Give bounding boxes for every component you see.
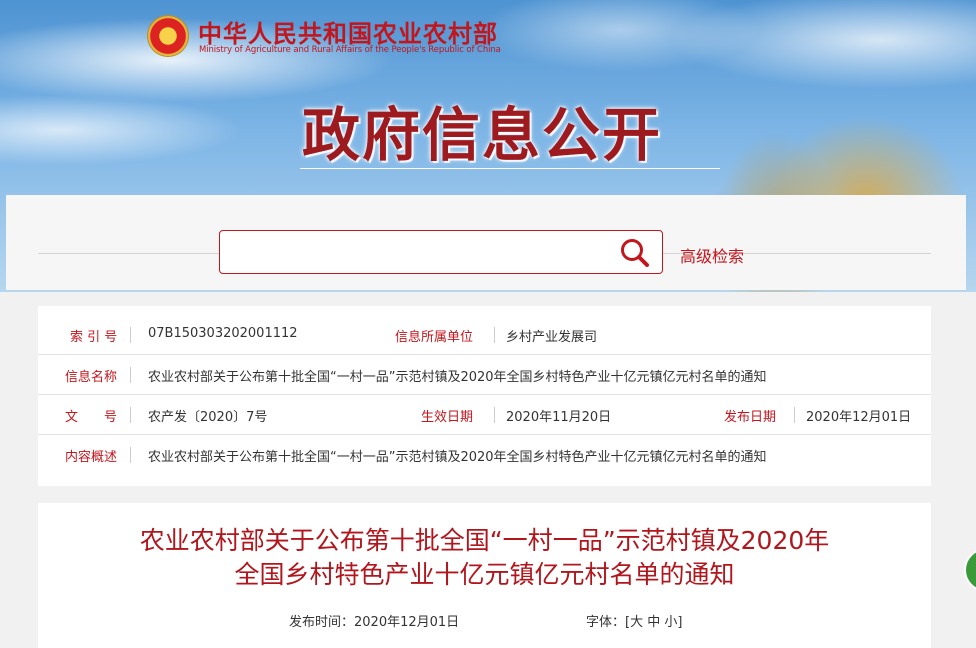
publish-date-value: 2020年12月01日 [806,410,912,425]
info-row-name: 信息名称 农业农村部关于公布第十批全国“一村一品”示范村镇及2020年全国乡村特… [38,355,931,395]
info-row-summary: 内容概述 农业农村部关于公布第十批全国“一村一品”示范村镇及2020年全国乡村特… [38,435,931,475]
divider [494,327,495,343]
effective-date-value: 2020年11月20日 [506,410,612,425]
owner-label: 信息所属单位 [395,330,474,345]
font-size-control: 字体：[大 中 小] [586,611,682,630]
index-value: 07B150303202001112 [148,326,298,341]
document-title-line1: 农业农村部关于公布第十批全国“一村一品”示范村镇及2020年 [139,526,830,555]
info-row-doc: 文 号 农产发〔2020〕7号 生效日期 2020年11月20日 发布日期 20… [38,395,931,435]
publish-time: 发布时间：2020年12月01日 [289,615,460,630]
divider [794,407,795,423]
index-label: 索 引 号 [70,330,118,345]
floating-widget-button[interactable] [964,548,976,592]
doc-number-value: 农产发〔2020〕7号 [148,410,268,425]
divider [130,407,131,423]
font-large-link[interactable]: 大 [630,615,643,630]
banner-divider [300,168,720,169]
national-emblem-icon [148,16,188,56]
document-panel: 农业农村部关于公布第十批全国“一村一品”示范村镇及2020年 全国乡村特色产业十… [38,503,931,648]
font-medium-link[interactable]: 中 [647,615,660,630]
divider [130,327,131,343]
doc-number-label: 文 号 [65,410,118,425]
font-size-bracket: ] [677,615,683,630]
divider [130,367,131,383]
publish-date-label: 发布日期 [724,410,777,425]
info-table: 索 引 号 07B150303202001112 信息所属单位 乡村产业发展司 … [38,306,931,486]
info-row-index: 索 引 号 07B150303202001112 信息所属单位 乡村产业发展司 [38,315,931,355]
search-icon [621,239,649,267]
document-title-line2: 全国乡村特色产业十亿元镇亿元村名单的通知 [234,560,735,589]
document-title: 农业农村部关于公布第十批全国“一村一品”示范村镇及2020年 全国乡村特色产业十… [38,524,931,592]
summary-label: 内容概述 [65,450,118,465]
font-size-label: 字体：[ [586,615,631,630]
name-label: 信息名称 [65,370,118,385]
font-small-link[interactable]: 小 [664,615,677,630]
summary-value: 农业农村部关于公布第十批全国“一村一品”示范村镇及2020年全国乡村特色产业十亿… [148,450,767,465]
banner-title: 政府信息公开 [302,101,663,169]
divider [494,407,495,423]
advanced-search-link[interactable]: 高级检索 [680,243,744,267]
search-box [219,230,663,274]
name-value: 农业农村部关于公布第十批全国“一村一品”示范村镇及2020年全国乡村特色产业十亿… [148,370,767,385]
divider [130,447,131,463]
ministry-name-cn[interactable]: 中华人民共和国农业农村部 [198,14,498,49]
search-button[interactable] [618,236,652,270]
ministry-name-en: Ministry of Agriculture and Rural Affair… [199,45,501,55]
search-input[interactable] [230,239,604,267]
owner-value: 乡村产业发展司 [506,330,598,345]
effective-date-label: 生效日期 [421,410,474,425]
